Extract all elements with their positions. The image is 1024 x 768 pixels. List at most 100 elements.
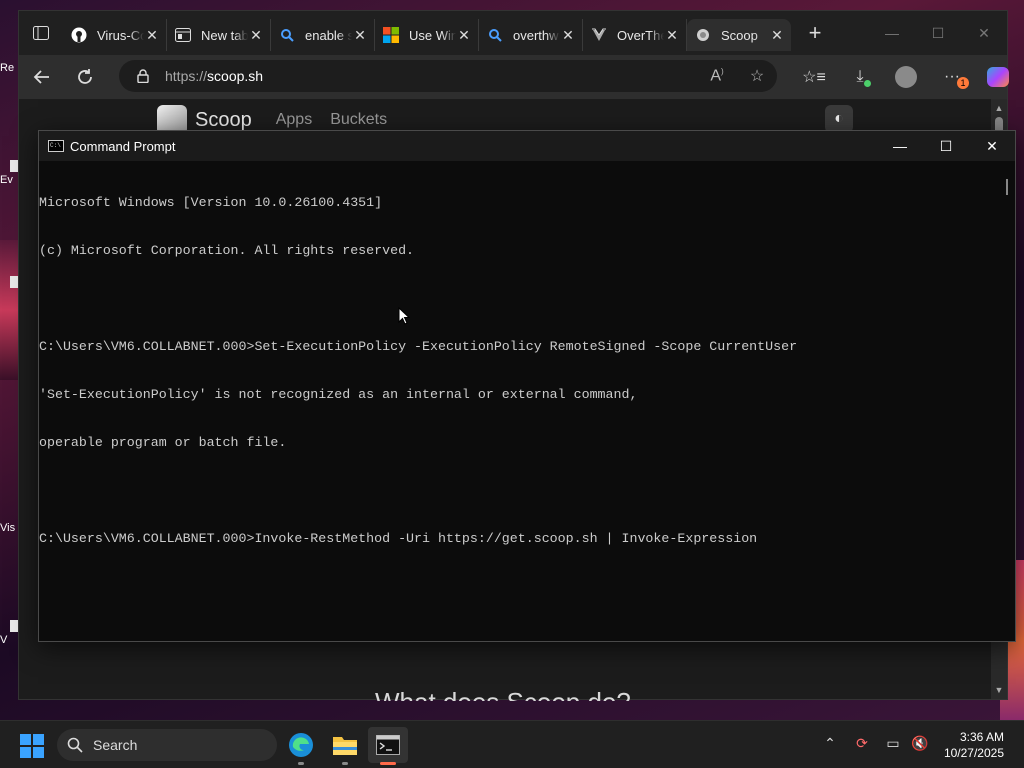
cmd-console-output[interactable]: Microsoft Windows [Version 10.0.26100.43…: [39, 161, 999, 641]
taskbar-file-explorer[interactable]: [325, 727, 365, 765]
minimize-icon[interactable]: —: [869, 11, 915, 55]
desktop-icon[interactable]: Ev: [0, 160, 20, 186]
tab-new-tab[interactable]: New tab ✕: [167, 19, 271, 51]
sync-icon[interactable]: ⟳: [852, 735, 872, 752]
address-bar[interactable]: https://scoop.sh A) ☆: [119, 60, 777, 92]
nav-buckets-link[interactable]: Buckets: [330, 111, 387, 129]
console-line: C:\Users\VM6.COLLABNET.000>Set-Execution…: [39, 339, 798, 354]
downloads-icon[interactable]: ⤓: [837, 59, 883, 95]
nav-apps-link[interactable]: Apps: [276, 111, 312, 129]
taskbar-search[interactable]: Search: [57, 729, 277, 761]
lock-icon[interactable]: [137, 69, 151, 83]
folder-icon: [333, 737, 357, 755]
newtab-icon: [175, 27, 191, 43]
url-text[interactable]: https://scoop.sh: [165, 68, 697, 84]
tab-enable[interactable]: enable s ✕: [271, 19, 375, 51]
console-line: (c) Microsoft Corporation. All rights re…: [39, 243, 415, 258]
tab-title: Use Win: [409, 27, 456, 43]
page-heading: What does Scoop do?: [375, 689, 631, 701]
tab-overthewire[interactable]: OverThe ✕: [583, 19, 687, 51]
cmd-scrollbar[interactable]: [999, 161, 1015, 641]
wallpaper-swirl: [0, 240, 18, 380]
cmd-title-bar[interactable]: C:\ Command Prompt — ☐ ✕: [39, 131, 1015, 161]
close-icon[interactable]: ✕: [560, 27, 576, 44]
windows-logo-pane: [33, 734, 44, 745]
system-clock[interactable]: 3:36 AM 10/27/2025: [944, 729, 1004, 761]
minimize-icon[interactable]: —: [877, 131, 923, 161]
close-icon[interactable]: ✕: [248, 27, 264, 44]
terminal-icon: [376, 735, 400, 755]
desktop-icon[interactable]: Vis: [0, 522, 20, 534]
taskbar-edge[interactable]: [281, 727, 321, 765]
favorites-icon[interactable]: ☆≡: [791, 59, 837, 95]
tab-title: Virus-Co: [97, 27, 144, 43]
browser-window-controls: — ☐ ✕: [869, 11, 1007, 55]
close-icon[interactable]: ✕: [352, 27, 368, 44]
scoop-icon: [695, 27, 711, 43]
taskbar: Search ⌃ ⟳ ▭ 🔇 3:36 AM 10/27/2025: [0, 720, 1024, 768]
profile-avatar[interactable]: [883, 59, 929, 95]
refresh-button[interactable]: [63, 59, 107, 95]
scroll-thumb[interactable]: [1006, 179, 1008, 195]
tab-use-win[interactable]: Use Win ✕: [375, 19, 479, 51]
scoop-brand[interactable]: Scoop: [195, 109, 252, 132]
cmd-app-icon: C:\: [48, 140, 64, 152]
windows-logo-pane: [20, 747, 31, 758]
tab-title: enable s: [305, 27, 352, 43]
cmd-window-title: Command Prompt: [70, 138, 176, 154]
console-line: Microsoft Windows [Version 10.0.26100.43…: [39, 195, 383, 210]
tab-overthw[interactable]: overthw ✕: [479, 19, 583, 51]
back-button[interactable]: [19, 59, 63, 95]
more-menu-icon[interactable]: ··· 1: [929, 59, 975, 95]
new-tab-button[interactable]: +: [797, 17, 833, 49]
close-icon[interactable]: ✕: [664, 27, 680, 44]
network-icon[interactable]: 🔇: [910, 735, 930, 752]
close-icon[interactable]: ✕: [969, 131, 1015, 161]
desktop-icon[interactable]: Re: [0, 62, 20, 74]
display-icon[interactable]: ▭: [883, 735, 903, 752]
close-icon[interactable]: ✕: [769, 27, 785, 44]
tab-actions-icon[interactable]: [19, 11, 63, 55]
tab-title: Scoop: [721, 27, 758, 43]
close-icon[interactable]: ✕: [961, 11, 1007, 55]
taskbar-command-prompt[interactable]: [368, 727, 408, 765]
maximize-icon[interactable]: ☐: [915, 11, 961, 55]
close-icon[interactable]: ✕: [144, 27, 160, 44]
cmd-window-controls: — ☐ ✕: [877, 131, 1015, 161]
show-hidden-icons-icon[interactable]: ⌃: [820, 735, 840, 752]
desktop-icon[interactable]: V: [0, 620, 20, 646]
active-indicator: [380, 762, 396, 765]
search-icon: [67, 736, 85, 754]
search-icon: [279, 27, 295, 43]
microsoft-icon: [383, 27, 399, 43]
search-icon: [487, 27, 503, 43]
scroll-down-icon[interactable]: ▼: [991, 685, 1007, 695]
command-prompt-window: C:\ Command Prompt — ☐ ✕ Microsoft Windo…: [38, 130, 1016, 642]
favorite-star-icon[interactable]: ☆: [737, 66, 777, 86]
search-label: Search: [93, 737, 138, 753]
tab-scoop[interactable]: Scoop ✕: [687, 19, 791, 51]
scroll-up-icon[interactable]: ▲: [991, 103, 1007, 113]
start-button[interactable]: [20, 734, 44, 758]
browser-right-tools: ☆≡ ⤓ ··· 1: [791, 59, 1021, 95]
close-icon[interactable]: ✕: [456, 27, 472, 44]
windows-logo-pane: [20, 734, 31, 745]
tab-bar: Virus-Co ✕ New tab ✕ enable s ✕ Use Win …: [19, 11, 1007, 55]
overthewire-icon: [591, 27, 607, 43]
console-line: C:\Users\VM6.COLLABNET.000>Invoke-RestMe…: [39, 531, 758, 546]
tab-title: OverThe: [617, 27, 664, 43]
github-icon: [71, 27, 87, 43]
tab-virus-co[interactable]: Virus-Co ✕: [63, 19, 167, 51]
browser-toolbar: https://scoop.sh A) ☆ ☆≡ ⤓ ··· 1: [19, 55, 1009, 99]
maximize-icon[interactable]: ☐: [923, 131, 969, 161]
edge-icon: [289, 733, 313, 757]
copilot-icon[interactable]: [975, 59, 1021, 95]
windows-logo-pane: [33, 747, 44, 758]
console-line: operable program or batch file.: [39, 435, 287, 450]
clock-date: 10/27/2025: [943, 746, 1004, 760]
desktop-icon[interactable]: [0, 276, 20, 290]
theme-toggle-icon[interactable]: ◐: [825, 105, 853, 133]
read-aloud-icon[interactable]: A): [697, 67, 737, 85]
